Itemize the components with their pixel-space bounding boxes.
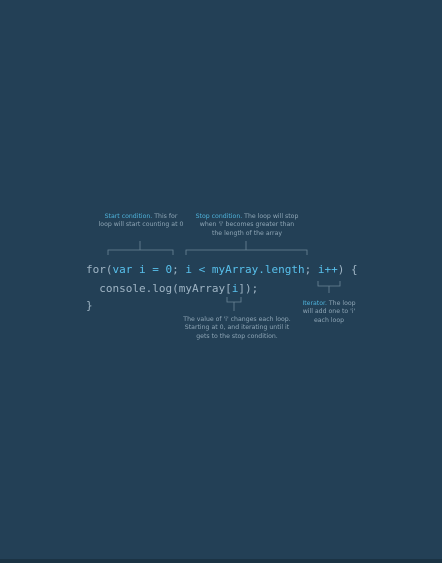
code-close: ]); <box>238 282 259 295</box>
iterator-text-3: each loop <box>313 316 345 324</box>
value-annotation: The value of 'i' changes each loop. Star… <box>182 316 292 341</box>
code-cond-var: i <box>185 263 192 276</box>
code-separator-2: ; <box>304 263 318 276</box>
bottom-bar <box>0 559 442 563</box>
code-cond-op: < <box>192 263 212 276</box>
stop-condition-bracket <box>185 249 308 255</box>
code-line-3: } <box>86 299 93 312</box>
code-init: i = 0 <box>132 263 173 276</box>
iterator-text-1: The loop <box>326 300 356 307</box>
iterator-bracket <box>317 281 341 287</box>
code-line-2: console.log(myArray[i]); <box>86 282 258 295</box>
code-close-brace: } <box>86 299 93 312</box>
code-open-brace: ) { <box>337 263 358 276</box>
value-text-3: gets to the stop condition. <box>196 332 278 340</box>
iterator-annotation: Iterator. The loop will add one to 'i' e… <box>297 300 361 325</box>
code-cond-array: myArray.length <box>211 263 305 276</box>
iterator-text-2: will add one to 'i' <box>302 308 356 316</box>
value-text-1: The value of 'i' changes each loop. <box>183 316 291 323</box>
code-var-keyword: var <box>112 263 133 276</box>
code-console-log: console.log( <box>99 282 179 295</box>
code-array-access: myArray[ <box>178 282 232 295</box>
value-bracket <box>226 297 242 303</box>
start-condition-bracket <box>107 249 174 255</box>
value-text-2: Starting at 0, and iterating until it <box>184 324 290 332</box>
code-line-1: for(var i = 0; i < myArray.length; i++) … <box>86 263 358 276</box>
code-for-keyword: for( <box>86 263 113 276</box>
code-separator-1: ; <box>172 263 186 276</box>
iterator-title: Iterator. <box>302 300 327 307</box>
code-increment: i++ <box>317 263 338 276</box>
